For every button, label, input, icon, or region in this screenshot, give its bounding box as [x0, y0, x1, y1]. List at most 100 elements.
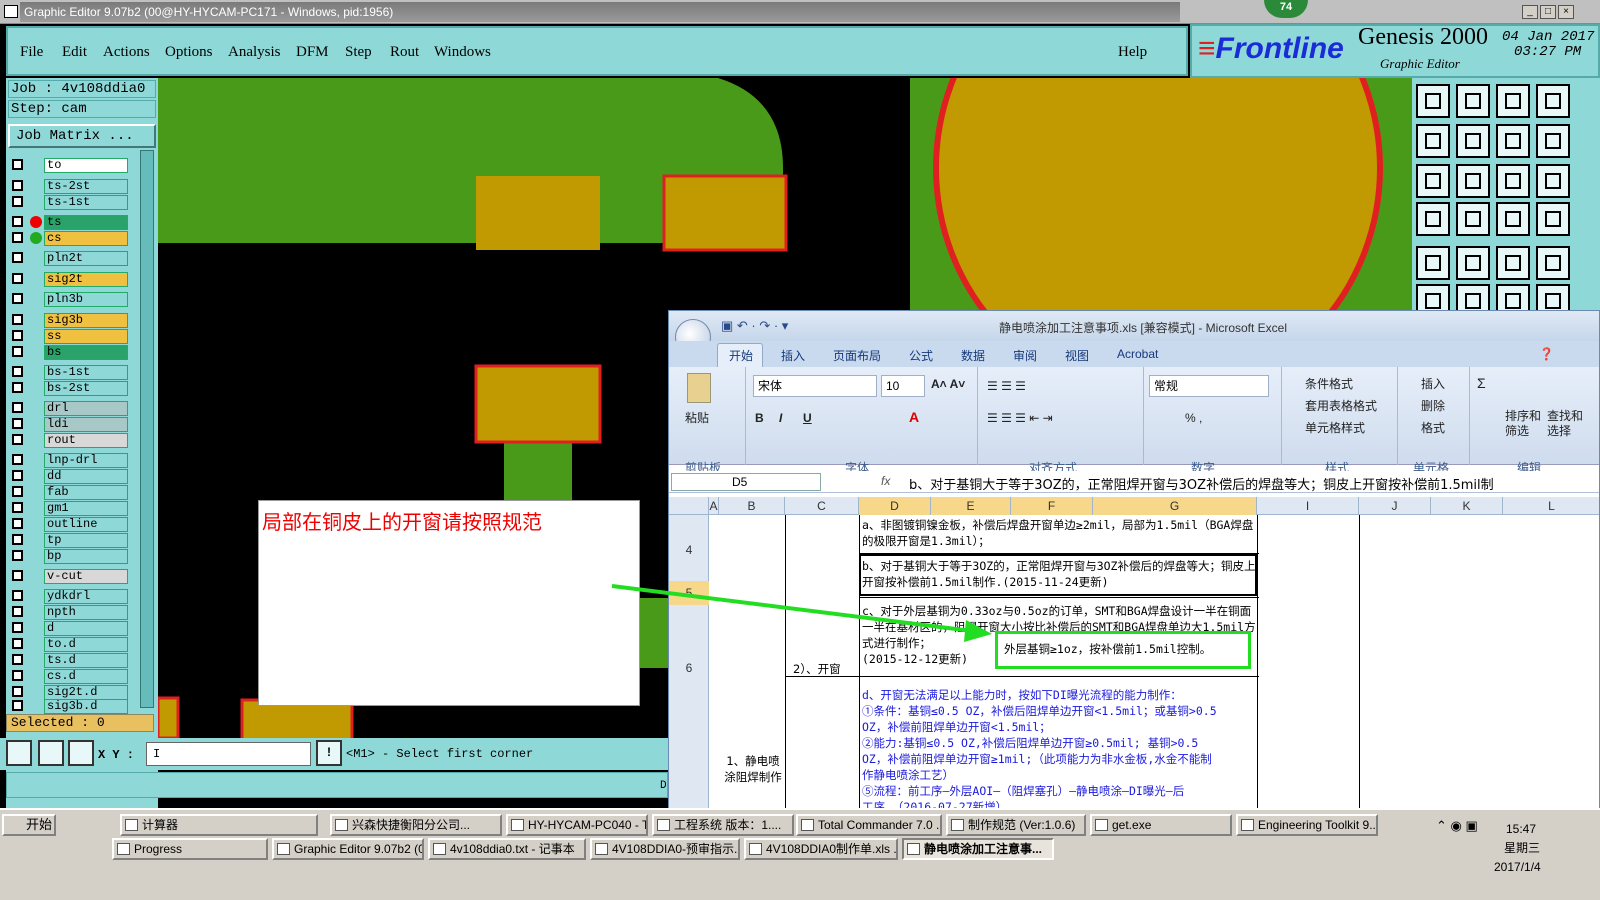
- insert-cells-button[interactable]: 插入: [1421, 375, 1445, 392]
- zoom-fit-icon[interactable]: [1416, 164, 1450, 198]
- ratio-icon[interactable]: [1496, 164, 1530, 198]
- layer-name[interactable]: fab: [44, 485, 128, 500]
- home-icon[interactable]: [1416, 84, 1450, 118]
- record-icon[interactable]: [1416, 246, 1450, 280]
- clock[interactable]: 15:47 星期三 2017/1/4: [1494, 820, 1541, 877]
- layer-checkbox[interactable]: [12, 638, 23, 649]
- taskbar-item[interactable]: Graphic Editor 9.07b2 (0...: [272, 838, 424, 860]
- tab-acrobat[interactable]: Acrobat: [1117, 347, 1158, 361]
- column-header[interactable]: A: [709, 497, 719, 515]
- tab-view[interactable]: 视图: [1065, 347, 1089, 364]
- layer-checkbox[interactable]: [12, 534, 23, 545]
- layer-name[interactable]: sig3b: [44, 313, 128, 328]
- layer-name[interactable]: dd: [44, 469, 128, 484]
- paste-button[interactable]: 粘贴: [685, 409, 709, 426]
- column-header[interactable]: B: [719, 497, 785, 515]
- layer-checkbox[interactable]: [12, 418, 23, 429]
- row-header[interactable]: 4: [669, 543, 709, 557]
- layer-checkbox[interactable]: [12, 346, 23, 357]
- delete-cells-button[interactable]: 删除: [1421, 397, 1445, 414]
- taskbar-item[interactable]: 计算器: [120, 814, 318, 836]
- layer-name[interactable]: ydkdrl: [44, 589, 128, 604]
- taskbar-item[interactable]: HY-HYCAM-PC040 - T...: [506, 814, 648, 836]
- menu-file[interactable]: File: [20, 44, 43, 61]
- dot-icon[interactable]: [1536, 246, 1570, 280]
- snap-icon[interactable]: [6, 740, 32, 766]
- layer-checkbox[interactable]: [12, 434, 23, 445]
- layer-name[interactable]: bp: [44, 549, 128, 564]
- percent-button[interactable]: % ,: [1185, 411, 1202, 425]
- grid-red-icon[interactable]: [1496, 202, 1530, 236]
- help-icon[interactable]: ❓: [1539, 347, 1554, 361]
- layer-name[interactable]: to: [44, 158, 128, 173]
- cell-b[interactable]: 1、静电喷涂阻焊制作: [723, 753, 783, 785]
- cell-row7[interactable]: d、开窗无法满足以上能力时，按如下DI曝光流程的能力制作： ①条件：基铜≤0.5 …: [862, 687, 1258, 809]
- layer-name[interactable]: ts-1st: [44, 195, 128, 210]
- taskbar-item[interactable]: get.exe: [1090, 814, 1232, 836]
- tab-home[interactable]: 开始: [729, 347, 753, 364]
- column-header[interactable]: E: [931, 497, 1011, 515]
- menu-actions[interactable]: Actions: [103, 44, 150, 61]
- measure-icon[interactable]: [38, 740, 64, 766]
- split-icon[interactable]: [1496, 124, 1530, 158]
- alert-icon[interactable]: !: [316, 740, 342, 766]
- minimize-button[interactable]: _: [1522, 5, 1538, 19]
- layer-name[interactable]: bs: [44, 345, 128, 360]
- column-header[interactable]: L: [1503, 497, 1599, 515]
- draw-icon[interactable]: [1456, 246, 1490, 280]
- layer-checkbox[interactable]: [12, 700, 23, 711]
- layer-checkbox[interactable]: [12, 470, 23, 481]
- layer-checkbox[interactable]: [12, 252, 23, 263]
- layer-name[interactable]: outline: [44, 517, 128, 532]
- maximize-button[interactable]: □: [1540, 5, 1556, 19]
- layer-checkbox[interactable]: [12, 518, 23, 529]
- menu-windows[interactable]: Windows: [434, 44, 491, 61]
- find-select-button[interactable]: 查找和选择: [1547, 409, 1587, 439]
- layer-checkbox[interactable]: [12, 606, 23, 617]
- layer-checkbox[interactable]: [12, 670, 23, 681]
- taskbar-item[interactable]: 4V108DDIA0-预审指示....: [590, 838, 740, 860]
- layer-checkbox[interactable]: [12, 486, 23, 497]
- taskbar-item[interactable]: Engineering Toolkit 9....: [1236, 814, 1378, 836]
- cell-row4[interactable]: a、非图镀铜镍金板，补偿后焊盘开窗单边≥2mil，局部为1.5mil（BGA焊盘…: [862, 517, 1256, 551]
- tab-formulas[interactable]: 公式: [909, 347, 933, 364]
- layer-name[interactable]: gm1: [44, 501, 128, 516]
- layer-name[interactable]: ts.d: [44, 653, 128, 668]
- menu-rout[interactable]: Rout: [390, 44, 419, 61]
- layer-name[interactable]: pln3b: [44, 292, 128, 307]
- menu-dfm[interactable]: DFM: [296, 44, 329, 61]
- layer-name[interactable]: rout: [44, 433, 128, 448]
- layer-checkbox[interactable]: [12, 330, 23, 341]
- layer-checkbox[interactable]: [12, 366, 23, 377]
- layer-name[interactable]: bs-2st: [44, 381, 128, 396]
- layer-checkbox[interactable]: [12, 402, 23, 413]
- layer-name[interactable]: cs: [44, 231, 128, 246]
- layer-checkbox[interactable]: [12, 622, 23, 633]
- layer-checkbox[interactable]: [12, 314, 23, 325]
- layer-checkbox[interactable]: [12, 196, 23, 207]
- layer-checkbox[interactable]: [12, 654, 23, 665]
- quick-access-toolbar[interactable]: ▣ ↶ · ↷ · ▾: [721, 318, 788, 334]
- layer-name[interactable]: drl: [44, 401, 128, 416]
- save-icon[interactable]: [1456, 84, 1490, 118]
- menu-edit[interactable]: Edit: [62, 44, 87, 61]
- font-size-select[interactable]: 10: [881, 375, 925, 397]
- window-icon[interactable]: [1536, 84, 1570, 118]
- snap-icon[interactable]: [1416, 202, 1450, 236]
- column-header[interactable]: I: [1257, 497, 1359, 515]
- layer-checkbox[interactable]: [12, 454, 23, 465]
- bold-button[interactable]: B: [755, 411, 764, 425]
- menu-help[interactable]: Help: [1118, 44, 1147, 61]
- column-header[interactable]: G: [1093, 497, 1257, 515]
- tab-insert[interactable]: 插入: [781, 347, 805, 364]
- question-icon[interactable]: [1536, 164, 1570, 198]
- layer-name[interactable]: ts-2st: [44, 179, 128, 194]
- layer-name[interactable]: cs.d: [44, 669, 128, 684]
- taskbar-item[interactable]: 4V108DDIA0制作单.xls ...: [744, 838, 898, 860]
- sort-filter-button[interactable]: 排序和筛选: [1505, 409, 1545, 439]
- fx-icon[interactable]: fx: [881, 474, 890, 488]
- layer-checkbox[interactable]: [12, 590, 23, 601]
- column-header[interactable]: K: [1431, 497, 1503, 515]
- layer-checkbox[interactable]: [12, 570, 23, 581]
- target-icon[interactable]: [1456, 202, 1490, 236]
